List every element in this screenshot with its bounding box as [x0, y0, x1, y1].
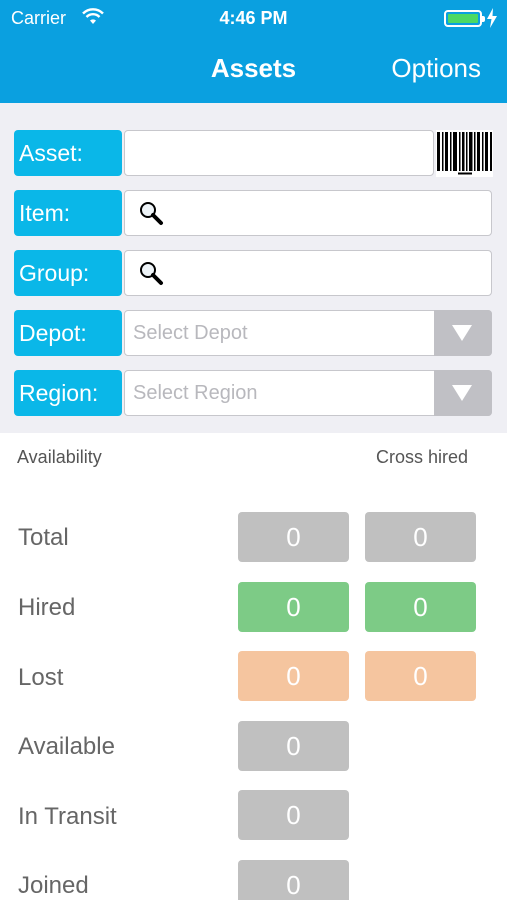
charging-icon	[487, 8, 497, 28]
joined-label: Joined	[18, 872, 89, 899]
in-transit-value: 0	[238, 790, 349, 840]
depot-label: Depot:	[14, 310, 122, 356]
group-label: Group:	[14, 250, 122, 296]
status-bar: Carrier 4:46 PM	[0, 0, 507, 36]
group-input[interactable]	[124, 250, 492, 296]
depot-select[interactable]: Select Depot	[124, 310, 492, 356]
region-placeholder: Select Region	[133, 382, 258, 404]
hired-label: Hired	[18, 594, 76, 621]
asset-label: Asset:	[14, 130, 122, 176]
triangle-down-icon	[452, 325, 472, 341]
asset-input[interactable]	[124, 130, 434, 176]
item-label: Item:	[14, 190, 122, 236]
lost-value: 0	[238, 651, 349, 701]
item-input[interactable]	[124, 190, 492, 236]
hired-value: 0	[238, 582, 349, 632]
available-value: 0	[238, 721, 349, 771]
in-transit-label: In Transit	[18, 803, 117, 830]
availability-heading: Availability	[17, 447, 102, 467]
total-value: 0	[238, 512, 349, 562]
options-button[interactable]: Options	[391, 53, 481, 84]
lost-label: Lost	[18, 664, 64, 691]
joined-value: 0	[238, 860, 349, 900]
region-select[interactable]: Select Region	[124, 370, 492, 416]
status-time: 4:46 PM	[219, 8, 288, 28]
total-label: Total	[18, 524, 69, 551]
battery-icon	[444, 10, 485, 27]
available-label: Available	[18, 733, 115, 760]
region-label: Region:	[14, 370, 122, 416]
lost-cross-hired-value: 0	[365, 651, 476, 701]
total-cross-hired-value: 0	[365, 512, 476, 562]
depot-placeholder: Select Depot	[133, 322, 248, 344]
triangle-down-icon	[452, 385, 472, 401]
cross-hired-heading: Cross hired	[376, 447, 469, 467]
depot-dropdown-button[interactable]	[434, 310, 492, 356]
region-dropdown-button[interactable]	[434, 370, 492, 416]
app-header: Carrier 4:46 PM Assets Options	[0, 0, 507, 103]
search-icon	[140, 262, 163, 285]
barcode-scan-icon[interactable]	[436, 130, 493, 177]
hired-cross-hired-value: 0	[365, 582, 476, 632]
search-icon	[140, 202, 163, 225]
